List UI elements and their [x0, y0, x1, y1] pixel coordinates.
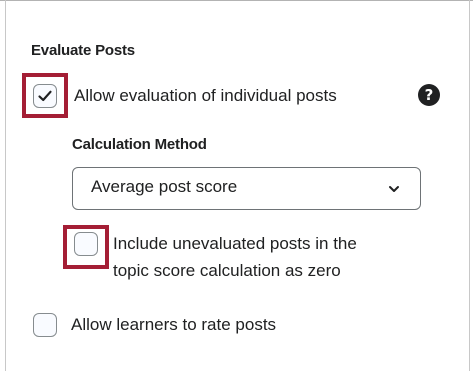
- checkmark-icon: [38, 90, 52, 102]
- help-icon[interactable]: ?: [418, 84, 440, 106]
- calculation-method-select[interactable]: Average post score: [72, 167, 421, 210]
- panel-right-border: [469, 0, 470, 371]
- chevron-down-icon: [389, 186, 399, 192]
- allow-evaluation-label[interactable]: Allow evaluation of individual posts: [74, 82, 337, 109]
- allow-rating-checkbox[interactable]: [33, 313, 57, 337]
- calculation-method-title: Calculation Method: [72, 136, 207, 153]
- allow-evaluation-checkbox[interactable]: [33, 84, 57, 108]
- calculation-method-value: Average post score: [91, 177, 238, 196]
- allow-rating-label[interactable]: Allow learners to rate posts: [71, 311, 276, 338]
- include-unevaluated-checkbox[interactable]: [74, 232, 98, 256]
- evaluate-posts-panel: Evaluate Posts Allow evaluation of indiv…: [0, 0, 473, 371]
- include-unevaluated-label-line2[interactable]: topic score calculation as zero: [113, 257, 341, 284]
- section-title-evaluate-posts: Evaluate Posts: [31, 42, 135, 59]
- panel-top-border: [0, 0, 473, 1]
- panel-left-border: [5, 0, 6, 371]
- include-unevaluated-label-line1[interactable]: Include unevaluated posts in the: [113, 230, 357, 257]
